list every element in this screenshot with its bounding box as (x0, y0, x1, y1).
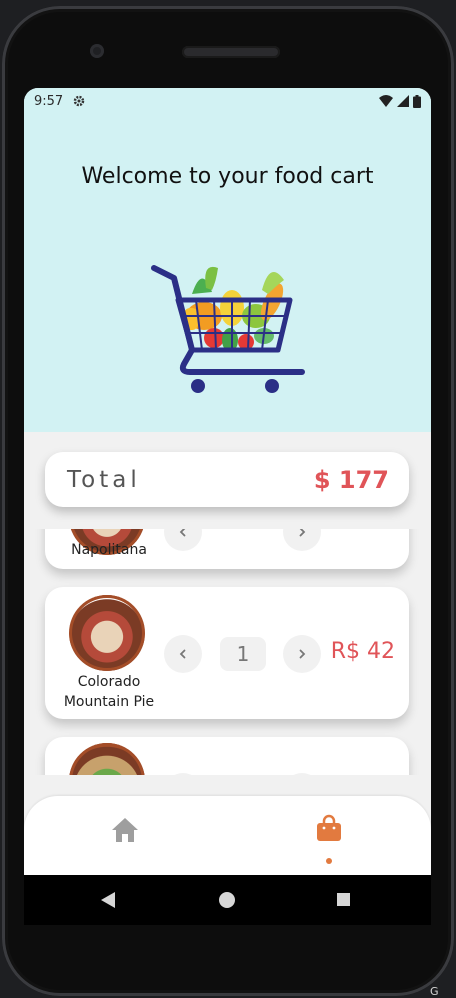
battery-icon (413, 94, 421, 108)
cart-total-card: Total $ 177 (45, 452, 409, 507)
home-icon[interactable] (110, 816, 140, 844)
decrease-quantity-button[interactable] (164, 529, 202, 551)
wifi-icon (379, 95, 393, 107)
active-tab-indicator (326, 858, 332, 864)
status-bar: 9:57 (24, 88, 431, 114)
food-name: Colorado Mountain Pie (63, 674, 155, 710)
status-icons (379, 94, 421, 108)
cart-item-list[interactable]: Napolitana Colorado Mountain Pie 1 R$ 42 (24, 529, 431, 775)
increase-quantity-button[interactable] (283, 773, 321, 775)
total-value: $ 177 (313, 465, 389, 494)
chevron-right-icon (299, 529, 306, 537)
increase-quantity-button[interactable] (283, 635, 321, 673)
chevron-right-icon (299, 649, 306, 659)
shopping-cart-illustration (151, 265, 305, 393)
quantity-value: 1 (220, 637, 266, 671)
front-camera (90, 44, 104, 58)
increase-quantity-button[interactable] (283, 529, 321, 551)
recent-apps-icon[interactable] (337, 893, 350, 906)
cart-item-card (45, 737, 409, 775)
total-label: Total (67, 466, 141, 493)
chevron-left-icon (179, 649, 186, 659)
cart-item-card: Napolitana (45, 529, 409, 569)
decrease-quantity-button[interactable] (164, 635, 202, 673)
back-icon[interactable] (101, 892, 115, 908)
settings-gear-icon (73, 95, 85, 107)
food-image (69, 743, 145, 775)
corner-label: G (430, 985, 439, 998)
app-screen: Welcome to your food cart 9:57 Total $ 1… (24, 88, 431, 875)
system-navigation-bar (24, 875, 431, 925)
page-title: Welcome to your food cart (81, 164, 374, 189)
cart-item-card: Colorado Mountain Pie 1 R$ 42 (45, 587, 409, 719)
decrease-quantity-button[interactable] (164, 773, 202, 775)
shopping-bag-icon[interactable] (316, 814, 342, 842)
chevron-left-icon (179, 529, 186, 537)
item-price: R$ 42 (330, 639, 395, 664)
home-button-icon[interactable] (219, 892, 235, 908)
earpiece-speaker (182, 46, 280, 58)
cart-header: Welcome to your food cart (24, 88, 431, 432)
bottom-navigation (24, 796, 431, 875)
clock: 9:57 (34, 93, 64, 109)
food-image (69, 595, 145, 671)
food-name: Napolitana (71, 542, 147, 558)
signal-icon (397, 95, 409, 107)
